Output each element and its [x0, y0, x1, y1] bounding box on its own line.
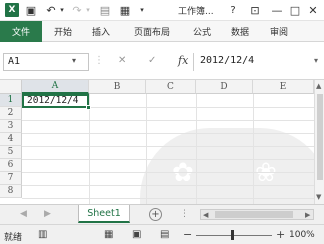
title-bar: X ▣ ↶ ▾ ↷ ▾ ▤ ▦ ▾ 工作簿... ? ⊡ — □ ✕ [0, 0, 324, 21]
vertical-scrollbar[interactable]: ▲ ▼ [314, 80, 324, 204]
vertical-scroll-thumb[interactable] [317, 94, 323, 180]
horizontal-scrollbar[interactable]: ◀ ▶ [200, 209, 314, 220]
zoom-in-button[interactable]: + [276, 228, 285, 241]
scroll-up-icon[interactable]: ▲ [316, 82, 321, 90]
tab-insert[interactable]: 插入 [92, 21, 110, 42]
page-break-view-icon[interactable]: ▤ [160, 229, 169, 240]
undo-dropdown-icon[interactable]: ▾ [58, 3, 66, 17]
ribbon-display-icon[interactable]: ⊡ [248, 3, 262, 17]
zoom-slider[interactable] [196, 235, 272, 236]
tab-page-layout[interactable]: 页面布局 [134, 21, 170, 42]
column-header[interactable]: C [146, 80, 196, 94]
grid-line [253, 94, 254, 204]
next-sheet-icon[interactable]: ▶ [44, 209, 51, 219]
grid-line [22, 159, 314, 160]
column-header[interactable]: D [196, 80, 253, 94]
column-header[interactable]: E [253, 80, 314, 94]
tab-review[interactable]: 审阅 [270, 21, 288, 42]
sheet-tab-bar: ◀ ▶ Sheet1 + ⋮ ◀ ▶ [0, 204, 324, 224]
close-button[interactable]: ✕ [306, 3, 320, 17]
grid-line [146, 94, 147, 204]
restore-button[interactable]: □ [288, 3, 302, 17]
column-header[interactable]: A [22, 80, 89, 94]
normal-view-icon[interactable]: ▦ [104, 229, 113, 240]
scroll-left-icon[interactable]: ◀ [203, 211, 208, 219]
tab-home[interactable]: 开始 [54, 21, 72, 42]
row-header[interactable]: 5 [0, 146, 22, 159]
fill-handle[interactable] [86, 105, 91, 110]
macro-record-icon[interactable]: ▥ [38, 229, 47, 240]
row-header[interactable]: 1 [0, 94, 22, 107]
ribbon-tabs: 文件 开始 插入 页面布局 公式 数据 审阅 [0, 21, 324, 42]
help-button[interactable]: ? [227, 3, 239, 17]
add-sheet-button[interactable]: + [149, 208, 162, 221]
window-title: 工作簿... [178, 7, 214, 17]
formula-bar: A1 ▾ ⋮ ✕ ✓ fx 2012/12/4 ▾ [0, 42, 324, 80]
sheet-tab[interactable]: Sheet1 [78, 205, 130, 223]
enter-icon[interactable]: ✓ [148, 55, 156, 66]
horizontal-scroll-thumb[interactable] [215, 211, 293, 218]
row-header[interactable]: 7 [0, 172, 22, 185]
watermark-glyph: ✿ [172, 158, 194, 188]
save-icon[interactable]: ▣ [24, 3, 38, 17]
select-all-corner[interactable] [0, 80, 22, 94]
scroll-right-icon[interactable]: ▶ [305, 211, 310, 219]
customize-toolbar-icon[interactable]: ▾ [138, 3, 146, 17]
name-box-dropdown-icon[interactable]: ▾ [72, 56, 76, 65]
redo-dropdown-icon[interactable]: ▾ [84, 3, 92, 17]
zoom-level[interactable]: 100% [289, 230, 315, 240]
grid-line [22, 120, 314, 121]
prev-sheet-icon[interactable]: ◀ [20, 209, 27, 219]
zoom-out-button[interactable]: − [183, 228, 192, 241]
zoom-slider-knob[interactable] [231, 230, 234, 240]
insert-function-icon[interactable]: fx [178, 54, 188, 67]
excel-logo-icon[interactable]: X [5, 3, 19, 17]
row-header[interactable]: 6 [0, 159, 22, 172]
grid-line [22, 146, 314, 147]
column-header[interactable]: B [89, 80, 146, 94]
tab-formulas[interactable]: 公式 [193, 21, 211, 42]
status-bar: 就绪 ▥ ▦ ▣ ▤ − + 100% [0, 224, 324, 244]
watermark-image [140, 128, 314, 204]
grid-line [22, 172, 314, 173]
active-cell-a1[interactable]: 2012/12/4 [22, 94, 89, 108]
quick-print-icon[interactable]: ▤ [98, 3, 112, 17]
grid-line [196, 94, 197, 204]
row-header[interactable]: 4 [0, 133, 22, 146]
tab-data[interactable]: 数据 [231, 21, 249, 42]
row-header[interactable]: 8 [0, 185, 22, 198]
scroll-down-icon[interactable]: ▼ [316, 193, 321, 201]
redo-icon[interactable]: ↷ [70, 3, 84, 17]
drag-handle-icon[interactable]: ⋮ [94, 55, 104, 66]
grid-line [22, 133, 314, 134]
name-box[interactable]: A1 [3, 53, 89, 71]
worksheet-grid[interactable]: ✿ ❀ A B C D E 1 2 3 4 5 6 7 8 2012/12/4 [0, 80, 314, 204]
minimize-button[interactable]: — [270, 3, 284, 17]
formula-input[interactable]: 2012/12/4 [193, 53, 313, 71]
watermark-glyph: ❀ [255, 158, 277, 188]
grid-line [89, 94, 90, 204]
page-layout-view-icon[interactable]: ▣ [132, 229, 141, 240]
print-preview-icon[interactable]: ▦ [118, 3, 132, 17]
cancel-icon[interactable]: ✕ [118, 55, 126, 66]
row-header[interactable]: 3 [0, 120, 22, 133]
tab-file[interactable]: 文件 [0, 21, 42, 42]
row-header[interactable]: 2 [0, 107, 22, 120]
undo-icon[interactable]: ↶ [44, 3, 58, 17]
tab-split-handle-icon[interactable]: ⋮ [180, 209, 189, 219]
status-mode: 就绪 [4, 233, 23, 243]
grid-line [22, 198, 314, 199]
expand-formula-bar-icon[interactable]: ▾ [314, 56, 318, 65]
grid-line [22, 185, 314, 186]
